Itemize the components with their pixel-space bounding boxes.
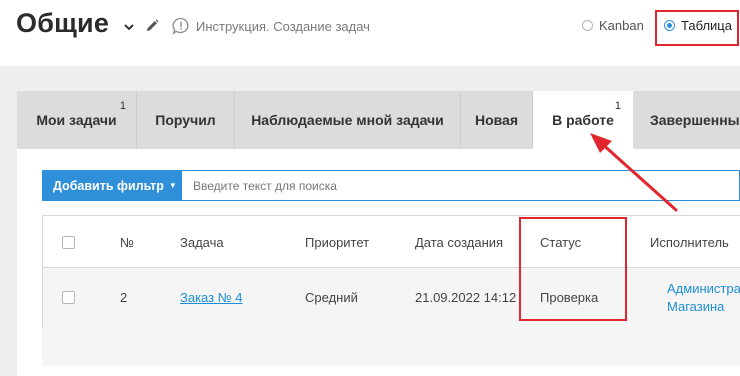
info-bubble-icon xyxy=(172,17,189,35)
column-header-number[interactable]: № xyxy=(120,235,134,250)
tab-assigned[interactable]: Поручил xyxy=(137,91,235,149)
row-priority: Средний xyxy=(305,290,358,305)
caret-down-icon: ▼ xyxy=(168,181,177,190)
page-header: Общие Инструкция. Создание задач Kanban … xyxy=(0,0,740,66)
radio-icon[interactable] xyxy=(582,20,593,31)
search-input[interactable] xyxy=(183,171,739,200)
annotation-box-status xyxy=(519,217,627,321)
tab-watched[interactable]: Наблюдаемые мной задачи xyxy=(235,91,461,149)
annotation-box-table-view xyxy=(655,10,739,46)
instruction-link[interactable]: Инструкция. Создание задач xyxy=(196,19,370,34)
row-checkbox[interactable] xyxy=(62,291,75,304)
row-number: 2 xyxy=(120,290,128,305)
column-header-created[interactable]: Дата создания xyxy=(415,235,503,250)
view-option-kanban[interactable]: Kanban xyxy=(582,18,644,33)
tab-label: Новая xyxy=(474,112,519,128)
table-footer xyxy=(42,328,740,366)
edit-pencil-icon[interactable] xyxy=(144,18,160,34)
column-header-assignee[interactable]: Исполнитель xyxy=(650,235,729,250)
add-filter-label: Добавить фильтр xyxy=(53,178,164,193)
assignee-line: Магазина xyxy=(667,299,725,314)
table-row[interactable]: 2 Заказ № 4 Средний 21.09.2022 14:12 Про… xyxy=(43,268,740,328)
task-link[interactable]: Заказ № 4 xyxy=(180,290,243,305)
tab-my-tasks[interactable]: Мои задачи 1 xyxy=(17,91,137,149)
tab-badge: 1 xyxy=(119,100,126,112)
tab-completed[interactable]: Завершенные xyxy=(633,91,740,149)
tab-new[interactable]: Новая xyxy=(461,91,533,149)
tab-label: Наблюдаемые мной задачи xyxy=(251,112,444,128)
tab-label: Поручил xyxy=(155,112,216,128)
tab-label: В работе xyxy=(552,112,614,128)
filter-bar: Добавить фильтр ▼ xyxy=(42,170,740,201)
tab-label: Мои задачи xyxy=(36,112,117,128)
add-filter-button[interactable]: Добавить фильтр ▼ xyxy=(43,171,182,200)
column-header-priority[interactable]: Приоритет xyxy=(305,235,369,250)
status-tabs: Мои задачи 1 Поручил Наблюдаемые мной за… xyxy=(17,91,740,149)
tab-label: Завершенные xyxy=(650,112,740,128)
chevron-down-icon[interactable] xyxy=(124,22,134,32)
page-title: Общие xyxy=(16,8,110,38)
tab-in-progress[interactable]: В работе 1 xyxy=(533,91,633,149)
tasks-table: № Задача Приоритет Дата создания Статус … xyxy=(42,215,740,328)
column-header-task[interactable]: Задача xyxy=(180,235,224,250)
assignee-line: Администра xyxy=(667,281,740,296)
row-assignee-link[interactable]: Администра Магазина xyxy=(667,280,740,316)
row-created-date: 21.09.2022 14:12 xyxy=(415,290,517,305)
view-option-label: Kanban xyxy=(599,18,644,33)
table-header: № Задача Приоритет Дата создания Статус … xyxy=(43,216,740,268)
tab-badge: 1 xyxy=(614,100,621,112)
select-all-checkbox[interactable] xyxy=(62,236,75,249)
